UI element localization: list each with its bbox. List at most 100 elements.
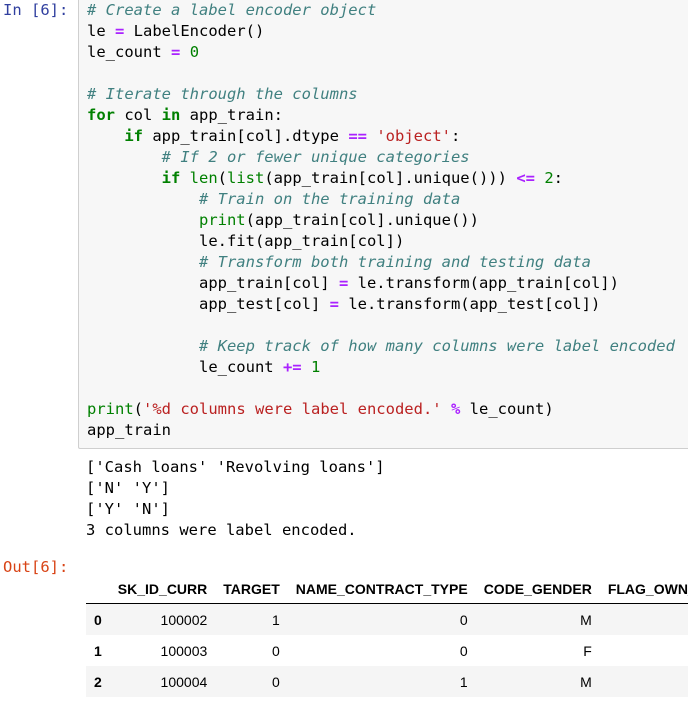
stdout-line: ['Y' 'N']	[86, 500, 170, 518]
index-header	[86, 574, 110, 604]
table-cell: 100004	[160, 673, 208, 690]
code-line: for col in app_train:	[87, 105, 675, 126]
column-header: TARGET	[215, 574, 288, 604]
table-row: 110000300F0	[86, 635, 688, 666]
table-row: 010000210M0	[86, 603, 688, 636]
table-cell: M	[580, 673, 592, 690]
code-token-plain: le_count	[87, 43, 171, 61]
code-line: # Create a label encoder object	[87, 0, 675, 21]
table-cell: 100002	[160, 611, 208, 628]
row-index: 1	[94, 642, 102, 659]
code-line: # Train on the training data	[87, 189, 675, 210]
code-token-builtin: print	[87, 400, 134, 418]
table-row: 210000401M1	[86, 666, 688, 697]
code-token-builtin: print	[198, 211, 246, 229]
code-line: le_count += 1	[87, 357, 675, 378]
table-cell: 0	[271, 673, 280, 690]
table-cell: M	[580, 611, 592, 628]
column-header: FLAG_OWN_CAR	[599, 574, 688, 604]
code-token-string: 'object'	[376, 127, 451, 145]
code-line: le_count = 0	[87, 42, 675, 63]
code-token-plain: app_train[col]	[87, 274, 339, 292]
code-token-number: 2	[544, 169, 554, 187]
code-token-op: =	[171, 43, 181, 61]
dataframe-output: SK_ID_CURR TARGET NAME_CONTRACT_TYPE CODE_G…	[86, 574, 688, 697]
table-cell: F	[583, 642, 592, 659]
code-token-plain: le.transform(app_test[col])	[338, 295, 601, 313]
table-cell: 1	[459, 673, 468, 690]
code-token-plain: (app_train[col].unique())	[245, 211, 479, 229]
code-token-comment: # Transform both training and testing da…	[198, 253, 591, 271]
column-header: SK_ID_CURR	[109, 574, 216, 604]
code-token-comment: # Create a label encoder object	[87, 1, 377, 19]
code-line: # If 2 or fewer unique categories	[87, 147, 675, 168]
code-token-plain: app_test[col]	[87, 295, 330, 313]
code-line: print('%d columns were label encoded.' %…	[87, 399, 675, 420]
code-token-builtin: list	[227, 169, 265, 187]
code-line: le = LabelEncoder()	[87, 21, 675, 42]
code-token-comment: # Train on the training data	[198, 190, 461, 208]
code-token-plain: le	[87, 22, 115, 40]
dataframe-table: SK_ID_CURR TARGET NAME_CONTRACT_TYPE CODE_G…	[86, 574, 688, 697]
code-token-op: ==	[348, 127, 367, 145]
dataframe-header-row: SK_ID_CURR TARGET NAME_CONTRACT_TYPE CODE_G…	[86, 574, 688, 604]
input-prompt: In [6]:	[3, 1, 69, 19]
code-line: # Iterate through the columns	[87, 84, 675, 105]
code-token-string: '%d columns were label encoded.'	[143, 400, 442, 418]
row-index: 2	[94, 673, 102, 690]
code-token-plain: app_train[col].dtype	[143, 127, 349, 145]
code-token-plain: (	[133, 400, 144, 418]
code-line: app_train[col] = le.transform(app_train[…	[87, 273, 675, 294]
code-line: if len(list(app_train[col].unique())) <=…	[87, 168, 675, 189]
code-token-op: +=	[282, 358, 302, 376]
code-token-comment: # Iterate through the columns	[87, 85, 358, 103]
code-line: if app_train[col].dtype == 'object':	[87, 126, 675, 147]
table-cell: 0	[600, 604, 688, 636]
column-header: CODE_GENDER	[475, 574, 600, 604]
code-token-plain: (app_train[col].unique()))	[264, 169, 517, 187]
table-cell: 0	[459, 611, 468, 628]
code-token-plain: le.fit(app_train[col])	[87, 232, 405, 250]
output-prompt: Out[6]:	[3, 558, 69, 576]
code-line: app_test[col] = le.transform(app_test[co…	[87, 294, 675, 315]
code-token-plain: :	[450, 127, 461, 145]
code-token-plain: :	[553, 169, 564, 187]
code-token-keyword: for	[87, 106, 115, 124]
code-token-plain: col	[115, 106, 162, 124]
code-token-builtin: len	[189, 169, 218, 187]
code-line: print(app_train[col].unique())	[87, 210, 675, 231]
stdout-line: 3 columns were label encoded.	[86, 521, 357, 539]
code-token-plain: le_count)	[460, 400, 554, 418]
code-token-number: 0	[189, 43, 200, 61]
code-block[interactable]: # Create a label encoder object le = Labe…	[87, 0, 675, 441]
table-cell: 0	[271, 642, 280, 659]
code-token-keyword: if	[161, 169, 181, 187]
column-header: NAME_CONTRACT_TYPE	[287, 574, 476, 604]
code-token-op: =	[329, 295, 339, 313]
code-token-plain: le_count	[87, 358, 283, 376]
code-token-op: %	[450, 400, 461, 418]
code-cell-editor[interactable]: # Create a label encoder object le = Labe…	[78, 0, 688, 449]
code-token-keyword: if	[124, 127, 143, 145]
stdout-line: ['N' 'Y']	[86, 479, 170, 497]
table-cell: 0	[459, 642, 468, 659]
code-line: le.fit(app_train[col])	[87, 231, 675, 252]
table-cell: 1	[600, 666, 688, 697]
code-token-op: <=	[516, 169, 535, 187]
code-token-number: 1	[310, 358, 321, 376]
code-line: # Keep track of how many columns were la…	[87, 336, 675, 357]
table-cell: 1	[271, 611, 280, 628]
code-token-plain: (	[217, 169, 228, 187]
